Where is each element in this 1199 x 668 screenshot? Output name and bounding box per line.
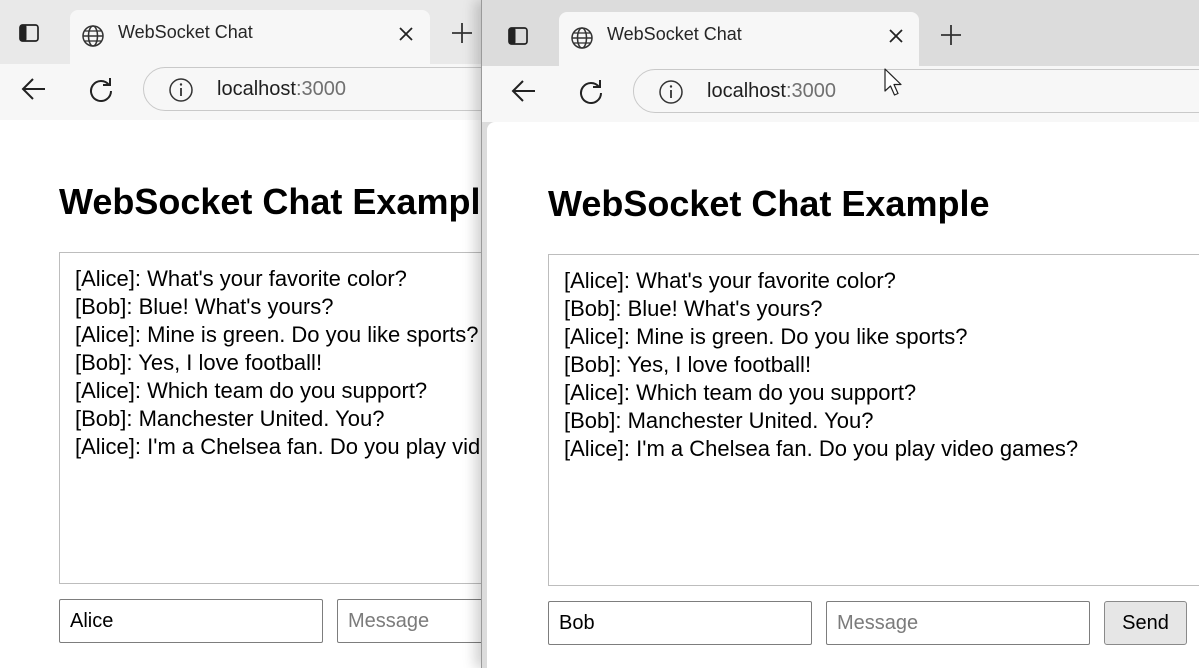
url-port: :3000 xyxy=(295,78,346,100)
back-arrow-icon[interactable] xyxy=(20,75,48,103)
url-host: localhost xyxy=(707,80,786,102)
chat-message: [Alice]: Which team do you support? xyxy=(75,378,428,403)
chat-message: [Alice]: Mine is green. Do you like spor… xyxy=(564,324,968,349)
globe-icon xyxy=(82,25,104,47)
plus-icon[interactable] xyxy=(938,22,964,48)
info-icon[interactable] xyxy=(168,77,194,103)
url-text: localhost:3000 xyxy=(707,80,836,103)
tab-websocket-chat[interactable]: WebSocket Chat xyxy=(559,12,919,66)
page-title: WebSocket Chat Example xyxy=(59,181,500,222)
chat-message: [Bob]: Blue! What's yours? xyxy=(75,294,334,319)
toolbar: localhost:3000 xyxy=(482,66,1199,122)
toolbar: localhost:3000 xyxy=(0,64,500,120)
page-content: WebSocket Chat Example [Alice]: What's y… xyxy=(487,122,1199,668)
chat-message: [Alice]: Mine is green. Do you like spor… xyxy=(75,322,479,347)
plus-icon[interactable] xyxy=(449,20,475,46)
chat-message: [Alice]: I'm a Chelsea fan. Do you play … xyxy=(564,436,1079,461)
tab-strip: WebSocket Chat xyxy=(0,0,500,66)
url-text: localhost:3000 xyxy=(217,78,346,101)
name-input[interactable]: Alice xyxy=(59,599,323,643)
message-log[interactable]: [Alice]: What's your favorite color? [Bo… xyxy=(548,254,1199,586)
chat-message: [Bob]: Manchester United. You? xyxy=(75,406,385,431)
chat-message: [Alice]: I'm a Chelsea fan. Do you play … xyxy=(75,434,500,459)
back-arrow-icon[interactable] xyxy=(510,77,538,105)
page-content: WebSocket Chat Example [Alice]: What's y… xyxy=(0,120,500,668)
reload-icon[interactable] xyxy=(87,75,115,103)
url-host: localhost xyxy=(217,78,296,100)
url-port: :3000 xyxy=(785,80,836,102)
chat-message: [Bob]: Yes, I love football! xyxy=(564,352,812,377)
chat-message: [Alice]: What's your favorite color? xyxy=(564,268,896,293)
address-bar[interactable]: localhost:3000 xyxy=(633,69,1199,113)
chat-message: [Alice]: What's your favorite color? xyxy=(75,266,407,291)
sidebar-toggle-icon[interactable] xyxy=(506,24,530,48)
close-icon[interactable] xyxy=(395,23,417,45)
globe-icon xyxy=(571,27,593,49)
send-button[interactable]: Send xyxy=(1104,601,1187,645)
tab-websocket-chat[interactable]: WebSocket Chat xyxy=(70,10,430,64)
browser-window-left: WebSocket Chat localhost:3000 WebSocket … xyxy=(0,0,500,668)
chat-message: [Bob]: Manchester United. You? xyxy=(564,408,874,433)
message-input[interactable]: Message xyxy=(826,601,1090,645)
tab-title: WebSocket Chat xyxy=(118,22,253,42)
message-input[interactable]: Message xyxy=(337,599,500,643)
mouse-cursor-icon xyxy=(884,68,902,96)
browser-window-right: WebSocket Chat localhost:3000 WebSocket … xyxy=(481,0,1199,668)
name-input[interactable]: Bob xyxy=(548,601,812,645)
chat-message: [Bob]: Yes, I love football! xyxy=(75,350,323,375)
message-log[interactable]: [Alice]: What's your favorite color? [Bo… xyxy=(59,252,500,584)
chat-message: [Alice]: Which team do you support? xyxy=(564,380,917,405)
chat-message: [Bob]: Blue! What's yours? xyxy=(564,296,823,321)
address-bar[interactable]: localhost:3000 xyxy=(143,67,500,111)
sidebar-toggle-icon[interactable] xyxy=(17,21,41,45)
tab-strip: WebSocket Chat xyxy=(482,0,1199,66)
info-icon[interactable] xyxy=(658,79,684,105)
reload-icon[interactable] xyxy=(577,77,605,105)
close-icon[interactable] xyxy=(885,25,907,47)
tab-title: WebSocket Chat xyxy=(607,24,742,44)
page-title: WebSocket Chat Example xyxy=(548,183,990,224)
